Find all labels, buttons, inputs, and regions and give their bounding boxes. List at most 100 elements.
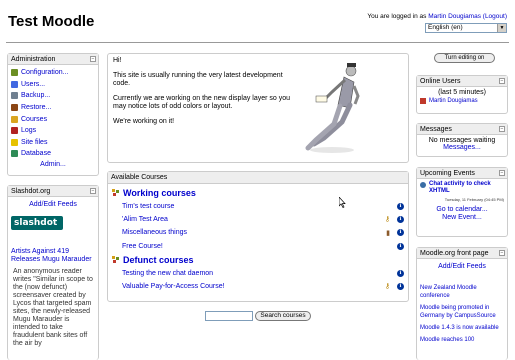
course-info-icon[interactable]: i: [397, 229, 404, 237]
logs-icon: [11, 127, 18, 135]
login-prefix: You are logged in as: [367, 13, 427, 20]
admin-item-label[interactable]: Configuration...: [21, 69, 68, 76]
available-courses-title: Available Courses: [111, 174, 168, 181]
login-info: You are logged in as Martin Dougiamas (L…: [367, 13, 507, 20]
upcoming-events-title: Upcoming Events: [420, 170, 475, 177]
admin-item[interactable]: Courses: [11, 113, 95, 125]
available-courses-block: Available Courses Working courses Tim's t…: [107, 171, 409, 302]
slashdot-block: Slashdot.org − Add/Edit Feeds slashdot A…: [7, 185, 99, 360]
online-users-block: Online Users − (last 5 minutes) Martin D…: [416, 75, 508, 114]
slashdot-article-title[interactable]: Artists Against 419 Releases Mugu Maraud…: [11, 248, 95, 264]
admin-item[interactable]: Configuration...: [11, 67, 95, 79]
category-icon: [112, 188, 120, 197]
courses-icon: [11, 115, 18, 123]
course-link[interactable]: Free Course!: [122, 243, 163, 250]
search-courses-input[interactable]: [205, 311, 253, 321]
hide-block-icon[interactable]: −: [499, 126, 505, 132]
site-title: Test Moodle: [8, 13, 95, 30]
intro-line: Currently we are working on the new disp…: [113, 95, 291, 110]
course-category[interactable]: Working courses: [108, 186, 408, 199]
online-user-name[interactable]: Martin Dougiamas: [429, 98, 478, 104]
hide-block-icon[interactable]: −: [499, 78, 505, 84]
slashdot-content: Add/Edit Feeds slashdot Artists Against …: [8, 197, 98, 350]
course-category[interactable]: Defunct courses: [108, 253, 408, 266]
admin-item-label[interactable]: Users...: [21, 81, 45, 88]
header-divider: [6, 42, 509, 43]
hide-block-icon[interactable]: −: [499, 250, 505, 256]
user-profile-link[interactable]: Martin Dougiamas: [428, 13, 481, 20]
course-info-icon[interactable]: i: [397, 202, 404, 210]
admin-item-label[interactable]: Site files: [21, 139, 47, 146]
course-link[interactable]: Valuable Pay-for-Access Course!: [122, 283, 225, 290]
hide-block-icon[interactable]: −: [90, 56, 96, 62]
hide-block-icon[interactable]: −: [90, 188, 96, 194]
users-icon: [11, 80, 18, 88]
block-header: Messages −: [417, 124, 507, 135]
mouse-cursor-icon: [339, 197, 346, 208]
messages-link[interactable]: Messages...: [420, 144, 504, 151]
course-row: Miscellaneous things ▮ i: [108, 226, 408, 239]
event-title-link[interactable]: Chat activity to check XHTML: [429, 181, 504, 195]
course-row: Free Course! i: [108, 240, 408, 253]
admin-item[interactable]: Restore...: [11, 102, 95, 114]
upcoming-events-block: Upcoming Events − Chat activity to check…: [416, 167, 508, 237]
course-info-icon[interactable]: i: [397, 242, 404, 250]
news-item[interactable]: Moodle reaches 100: [420, 336, 504, 344]
add-edit-feeds-link[interactable]: Add/Edit Feeds: [11, 201, 95, 208]
admin-item[interactable]: Site files: [11, 137, 95, 149]
language-selected-value: English (en): [428, 24, 463, 31]
language-select[interactable]: English (en) ▼: [425, 23, 507, 33]
category-name[interactable]: Defunct courses: [123, 255, 194, 265]
admin-item-label[interactable]: Backup...: [21, 92, 50, 99]
course-info-icon[interactable]: i: [397, 269, 404, 277]
administration-title: Administration: [11, 56, 56, 63]
news-item[interactable]: Moodle being promoted in Germany by Camp…: [420, 304, 504, 320]
logout-link[interactable]: (Logout): [483, 13, 507, 20]
block-header: Moodle.org front page −: [417, 248, 507, 259]
chevron-down-icon[interactable]: ▼: [497, 24, 506, 32]
online-users-content: (last 5 minutes) Martin Dougiamas: [417, 87, 507, 106]
moodle-front-page-title: Moodle.org front page: [420, 250, 489, 257]
admin-item-label[interactable]: Restore...: [21, 104, 51, 111]
news-item[interactable]: Moodle 1.4.3 is now available: [420, 324, 504, 332]
admin-item-label[interactable]: Logs: [21, 127, 36, 134]
online-users-title: Online Users: [420, 78, 461, 85]
messages-content: No messages waiting Messages...: [417, 135, 507, 153]
slashdot-logo: slashdot: [11, 216, 63, 230]
block-header: Upcoming Events −: [417, 168, 507, 179]
admin-item[interactable]: Users...: [11, 79, 95, 91]
course-row: 'Alim Test Area ⚷ i: [108, 213, 408, 226]
course-link[interactable]: Miscellaneous things: [122, 229, 187, 236]
course-info-icon[interactable]: i: [397, 215, 404, 223]
search-courses-button[interactable]: Search courses: [255, 311, 311, 321]
news-item[interactable]: New Zealand Moodle conference: [420, 284, 504, 300]
course-link[interactable]: 'Alim Test Area: [122, 216, 168, 223]
backup-icon: [11, 92, 18, 100]
turn-editing-on-button[interactable]: Turn editing on: [434, 53, 495, 63]
event-time: Tuesday, 11 February (04:45 PM): [444, 197, 504, 202]
go-to-calendar-link[interactable]: Go to calendar...: [420, 206, 504, 213]
course-link[interactable]: Tim's test course: [122, 203, 174, 210]
add-edit-feeds-link[interactable]: Add/Edit Feeds: [420, 263, 504, 270]
slashdot-article-text: An anonymous reader writes "Similar in s…: [13, 268, 93, 347]
admin-item-label[interactable]: Courses: [21, 116, 47, 123]
category-name[interactable]: Working courses: [123, 188, 196, 198]
user-avatar-icon: [420, 98, 426, 104]
site-intro: Hi! This site is usually running the ver…: [107, 53, 409, 163]
restore-icon: [11, 104, 18, 112]
admin-item-label[interactable]: Database: [21, 150, 51, 157]
slashdot-logo-text: slashdot: [14, 218, 58, 228]
online-user-row[interactable]: Martin Dougiamas: [420, 98, 504, 104]
admin-item[interactable]: Logs: [11, 125, 95, 137]
configuration-icon: [11, 69, 18, 77]
course-link[interactable]: Testing the new chat daemon: [122, 270, 213, 277]
admin-item[interactable]: Database: [11, 148, 95, 160]
course-row: Testing the new chat daemon i: [108, 266, 408, 279]
admin-item[interactable]: Backup...: [11, 90, 95, 102]
block-header: Online Users −: [417, 76, 507, 87]
hide-block-icon[interactable]: −: [499, 170, 505, 176]
new-event-link[interactable]: New Event...: [420, 214, 504, 221]
course-info-icon[interactable]: i: [397, 282, 404, 290]
block-header: Administration −: [8, 54, 98, 65]
admin-more-link[interactable]: Admin...: [11, 161, 95, 168]
